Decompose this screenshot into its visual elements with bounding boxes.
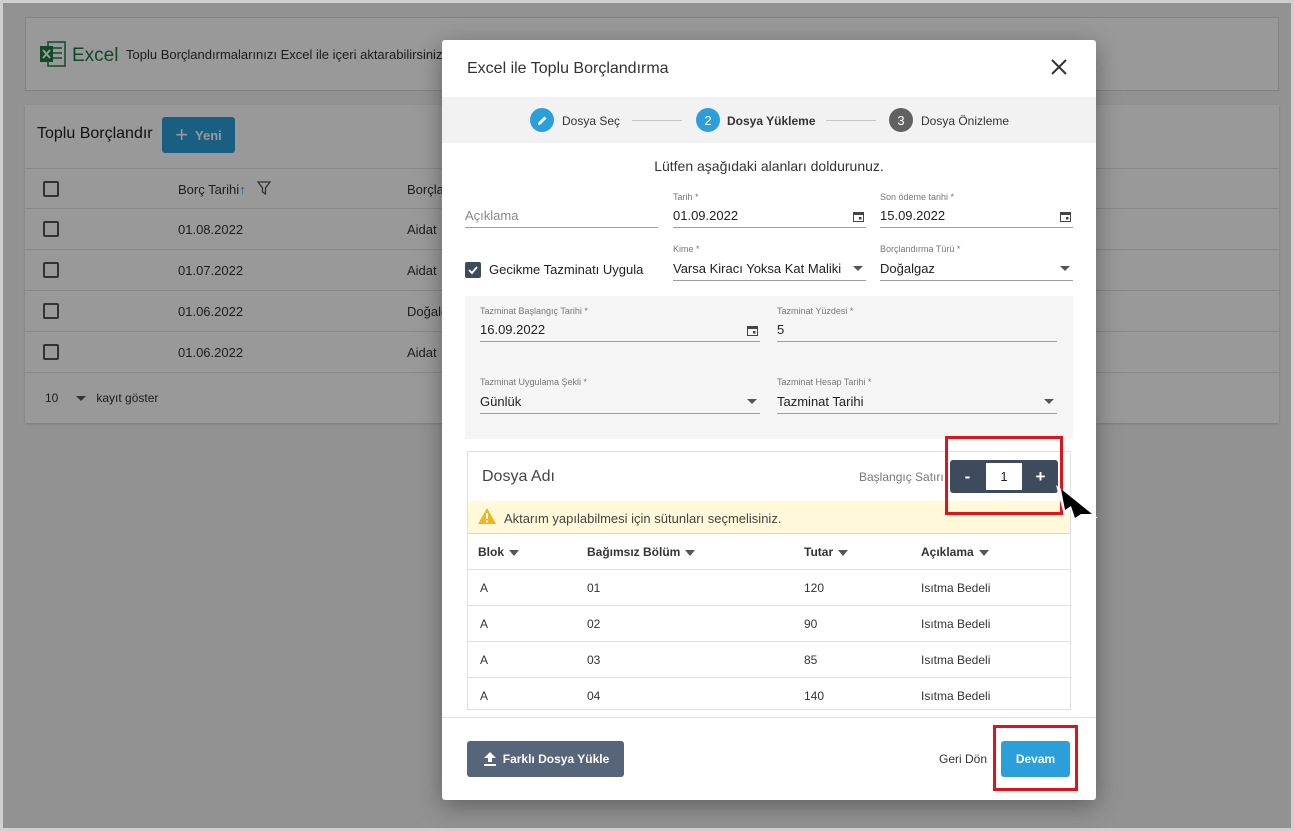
debt-type-select[interactable]: Borçlandırma Türü * Doğalgaz <box>880 244 1073 281</box>
calendar-icon[interactable] <box>1060 211 1071 222</box>
comp-method-value: Günlük <box>480 394 522 409</box>
comp-calc-label: Tazminat Hesap Tarihi * <box>777 377 872 387</box>
upload-different-file-button[interactable]: Farklı Dosya Yükle <box>467 741 624 777</box>
date-label: Tarih * <box>673 192 699 202</box>
comp-method-label: Tazminat Uygulama Şekli * <box>480 377 588 387</box>
cell: A <box>480 617 489 631</box>
comp-start-date-field[interactable]: Tazminat Başlangıç Tarihi * 16.09.2022 <box>480 306 760 342</box>
description-placeholder: Açıklama <box>465 208 519 223</box>
preview-row: A 04 140 Isıtma Bedeli <box>468 678 1070 714</box>
cell: 03 <box>587 653 601 667</box>
column-label: Bağımsız Bölüm <box>587 545 681 559</box>
cell: A <box>480 653 489 667</box>
comp-method-select[interactable]: Tazminat Uygulama Şekli * Günlük <box>480 377 760 414</box>
warning-icon <box>478 508 496 524</box>
cell: 90 <box>804 617 818 631</box>
step-2-circle[interactable]: 2 <box>696 108 720 132</box>
form-instruction: Lütfen aşağıdaki alanları doldurunuz. <box>654 158 884 174</box>
due-date-field[interactable]: Son ödeme tarihi * 15.09.2022 <box>880 192 1073 228</box>
chevron-down-icon <box>978 549 989 556</box>
comp-percent-value: 5 <box>777 322 785 337</box>
wizard-stepper: Dosya Seç 2 Dosya Yükleme 3 Dosya Önizle… <box>442 97 1096 143</box>
check-icon <box>468 266 478 275</box>
cell: 140 <box>804 689 825 703</box>
file-name: Dosya Adı <box>482 468 555 485</box>
modal-title: Excel ile Toplu Borçlandırma <box>467 60 669 77</box>
comp-percent-field[interactable]: Tazminat Yüzdesi * 5 <box>777 306 1057 342</box>
chevron-down-icon <box>853 266 863 271</box>
column-label: Tutar <box>804 545 834 559</box>
step-2-label[interactable]: Dosya Yükleme <box>727 114 816 128</box>
step-3-circle[interactable]: 3 <box>889 108 913 132</box>
late-fee-label[interactable]: Gecikme Tazminatı Uygula <box>489 262 643 277</box>
step-1-circle[interactable] <box>530 108 554 132</box>
column-select-blok[interactable]: Blok <box>478 545 520 559</box>
to-whom-label: Kime * <box>673 244 700 254</box>
preview-row: A 02 90 Isıtma Bedeli <box>468 606 1070 642</box>
column-select-aciklama[interactable]: Açıklama <box>921 545 989 559</box>
column-label: Açıklama <box>921 545 974 559</box>
cursor-arrow-icon <box>1056 485 1098 523</box>
step-1-label[interactable]: Dosya Seç <box>562 114 620 128</box>
footer-divider <box>442 717 1096 718</box>
highlight-start-row <box>945 436 1063 515</box>
cell: Isıtma Bedeli <box>921 689 991 703</box>
preview-row: A 03 85 Isıtma Bedeli <box>468 642 1070 678</box>
cell: 04 <box>587 689 601 703</box>
column-label: Blok <box>478 545 505 559</box>
chevron-down-icon <box>509 549 520 556</box>
to-whom-value: Varsa Kiracı Yoksa Kat Maliki <box>673 261 842 276</box>
late-fee-checkbox[interactable] <box>465 262 481 278</box>
comp-calc-date-select[interactable]: Tazminat Hesap Tarihi * Tazminat Tarihi <box>777 377 1057 414</box>
upload-icon <box>483 752 496 766</box>
debt-type-label: Borçlandırma Türü * <box>880 244 961 254</box>
cell: A <box>480 581 489 595</box>
comp-calc-value: Tazminat Tarihi <box>777 394 864 409</box>
preview-header-row: Blok Bağımsız Bölüm Tutar Açıklama <box>468 534 1070 570</box>
start-row-label: Başlangıç Satırı <box>859 470 944 484</box>
date-field[interactable]: Tarih * 01.09.2022 <box>673 192 866 228</box>
description-field[interactable]: Açıklama <box>465 192 658 228</box>
excel-import-modal: Excel ile Toplu Borçlandırma Dosya Seç 2… <box>442 40 1096 800</box>
chevron-down-icon <box>747 399 757 404</box>
chevron-down-icon <box>838 549 849 556</box>
date-value: 01.09.2022 <box>673 208 739 223</box>
calendar-icon[interactable] <box>747 325 758 336</box>
column-select-tutar[interactable]: Tutar <box>804 545 849 559</box>
close-icon[interactable] <box>1048 56 1070 78</box>
cell: Isıtma Bedeli <box>921 581 991 595</box>
due-date-value: 15.09.2022 <box>880 208 946 223</box>
cell: 01 <box>587 581 601 595</box>
cell: 85 <box>804 653 818 667</box>
pencil-icon <box>537 116 546 125</box>
cell: 02 <box>587 617 601 631</box>
preview-row: A 01 120 Isıtma Bedeli <box>468 570 1070 606</box>
comp-start-label: Tazminat Başlangıç Tarihi * <box>480 306 588 316</box>
chevron-down-icon <box>1060 266 1070 271</box>
chevron-down-icon <box>1044 399 1054 404</box>
chevron-down-icon <box>685 549 696 556</box>
debt-type-value: Doğalgaz <box>880 261 935 276</box>
step-connector <box>826 120 876 121</box>
comp-percent-label: Tazminat Yüzdesi * <box>777 306 854 316</box>
calendar-icon[interactable] <box>853 211 864 222</box>
due-date-label: Son ödeme tarihi * <box>880 192 955 202</box>
warning-text: Aktarım yapılabilmesi için sütunları seç… <box>504 511 782 526</box>
column-select-bagimsiz-bolum[interactable]: Bağımsız Bölüm <box>587 545 696 559</box>
step-3-label[interactable]: Dosya Önizleme <box>921 114 1009 128</box>
step-connector <box>632 120 682 121</box>
cell: Isıtma Bedeli <box>921 653 991 667</box>
cell: Isıtma Bedeli <box>921 617 991 631</box>
upload-button-label: Farklı Dosya Yükle <box>502 752 610 766</box>
back-link[interactable]: Geri Dön <box>939 752 987 766</box>
highlight-continue <box>993 725 1078 791</box>
cell: 120 <box>804 581 825 595</box>
compensation-panel: Tazminat Başlangıç Tarihi * 16.09.2022 T… <box>465 296 1073 439</box>
cell: A <box>480 689 489 703</box>
to-whom-select[interactable]: Kime * Varsa Kiracı Yoksa Kat Maliki <box>673 244 866 281</box>
comp-start-value: 16.09.2022 <box>480 322 546 337</box>
